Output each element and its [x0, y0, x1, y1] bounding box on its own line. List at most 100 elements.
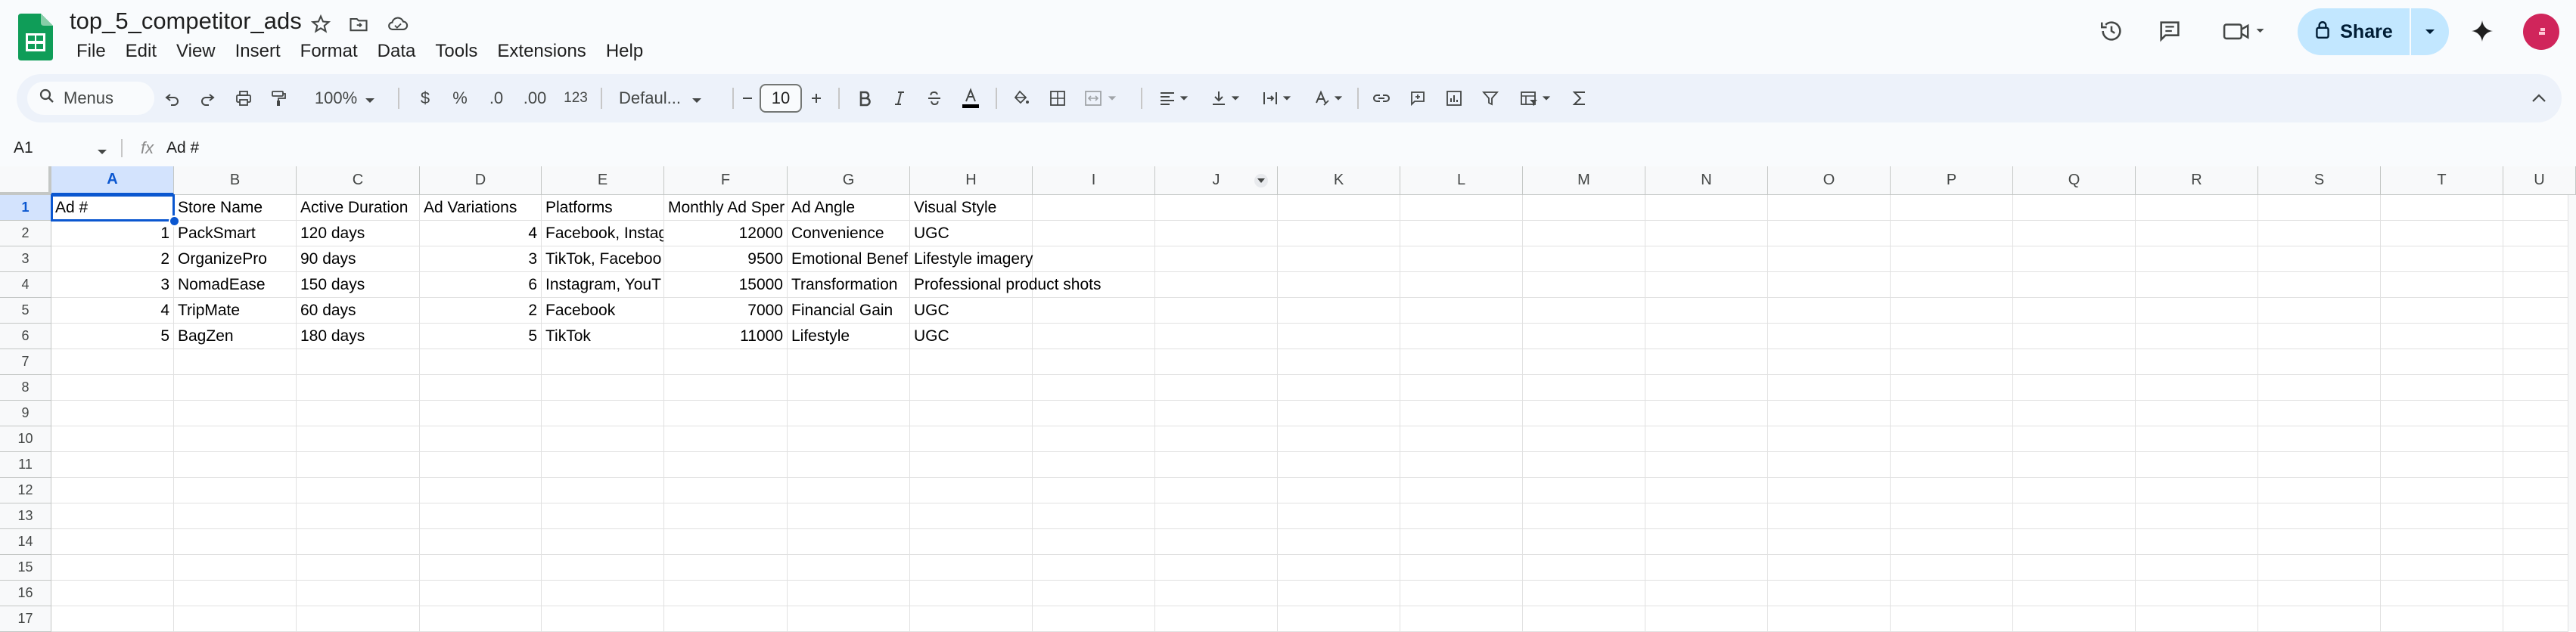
cell-n13[interactable]: [1645, 503, 1768, 529]
cell-t8[interactable]: [2381, 375, 2503, 401]
cell-b11[interactable]: [174, 452, 297, 478]
cell-d13[interactable]: [420, 503, 542, 529]
cell-p12[interactable]: [1891, 478, 2013, 503]
row-header-17[interactable]: 17: [0, 606, 51, 632]
cell-h4[interactable]: Professional product shots: [910, 272, 1101, 298]
cell-d15[interactable]: [420, 555, 542, 581]
cell-h15[interactable]: [910, 555, 1033, 581]
cell-p5[interactable]: [1891, 298, 2013, 324]
cell-q15[interactable]: [2013, 555, 2136, 581]
cell-g2[interactable]: Convenience: [788, 221, 910, 246]
cell-a17[interactable]: [51, 606, 174, 632]
cell-m13[interactable]: [1523, 503, 1645, 529]
cell-m10[interactable]: [1523, 426, 1645, 452]
cell-f10[interactable]: [664, 426, 788, 452]
cell-t15[interactable]: [2381, 555, 2503, 581]
cell-r15[interactable]: [2136, 555, 2258, 581]
cell-h3[interactable]: Lifestyle imagery: [910, 246, 1033, 272]
cell-l8[interactable]: [1400, 375, 1523, 401]
cell-d9[interactable]: [420, 401, 542, 426]
cell-p6[interactable]: [1891, 324, 2013, 349]
cell-u13[interactable]: [2503, 503, 2568, 529]
cell-f17[interactable]: [664, 606, 788, 632]
cell-j9[interactable]: [1155, 401, 1278, 426]
cell-l9[interactable]: [1400, 401, 1523, 426]
cell-n10[interactable]: [1645, 426, 1768, 452]
cell-f9[interactable]: [664, 401, 788, 426]
row-header-9[interactable]: 9: [0, 401, 51, 426]
insert-chart-icon[interactable]: [1437, 74, 1471, 122]
cell-o13[interactable]: [1768, 503, 1891, 529]
cell-i8[interactable]: [1033, 375, 1155, 401]
cell-r13[interactable]: [2136, 503, 2258, 529]
cell-r9[interactable]: [2136, 401, 2258, 426]
cell-k8[interactable]: [1278, 375, 1400, 401]
cell-t12[interactable]: [2381, 478, 2503, 503]
row-header-11[interactable]: 11: [0, 452, 51, 478]
cell-g6[interactable]: Lifestyle: [788, 324, 910, 349]
meet-call-icon[interactable]: [2217, 14, 2273, 48]
cell-u2[interactable]: [2503, 221, 2568, 246]
column-header-u[interactable]: U: [2503, 166, 2576, 195]
row-header-10[interactable]: 10: [0, 426, 51, 452]
cell-d7[interactable]: [420, 349, 542, 375]
cell-o14[interactable]: [1768, 529, 1891, 555]
cell-b2[interactable]: PackSmart: [174, 221, 297, 246]
star-icon[interactable]: [309, 12, 333, 36]
cell-b13[interactable]: [174, 503, 297, 529]
cell-n3[interactable]: [1645, 246, 1768, 272]
cell-a3[interactable]: 2: [51, 246, 174, 272]
cell-h7[interactable]: [910, 349, 1033, 375]
cell-u17[interactable]: [2503, 606, 2568, 632]
merge-cells-icon[interactable]: [1076, 74, 1124, 122]
cell-l16[interactable]: [1400, 581, 1523, 606]
cell-h17[interactable]: [910, 606, 1033, 632]
cell-e6[interactable]: TikTok: [542, 324, 664, 349]
fill-color-icon[interactable]: [1005, 74, 1038, 122]
fill-handle[interactable]: [169, 215, 180, 227]
cell-a12[interactable]: [51, 478, 174, 503]
cell-p17[interactable]: [1891, 606, 2013, 632]
cell-m17[interactable]: [1523, 606, 1645, 632]
cell-d16[interactable]: [420, 581, 542, 606]
cell-a4[interactable]: 3: [51, 272, 174, 298]
row-header-5[interactable]: 5: [0, 298, 51, 324]
cell-n17[interactable]: [1645, 606, 1768, 632]
cell-j13[interactable]: [1155, 503, 1278, 529]
column-header-c[interactable]: C: [297, 166, 420, 195]
menu-edit[interactable]: Edit: [116, 38, 166, 65]
cell-c13[interactable]: [297, 503, 420, 529]
cell-g9[interactable]: [788, 401, 910, 426]
cell-e4[interactable]: Instagram, YouT: [542, 272, 664, 298]
cell-r12[interactable]: [2136, 478, 2258, 503]
cell-s16[interactable]: [2258, 581, 2381, 606]
row-header-16[interactable]: 16: [0, 581, 51, 606]
cell-m4[interactable]: [1523, 272, 1645, 298]
cell-g5[interactable]: Financial Gain: [788, 298, 910, 324]
account-avatar[interactable]: [2523, 14, 2559, 50]
cell-d1[interactable]: Ad Variations: [420, 195, 542, 221]
cell-a13[interactable]: [51, 503, 174, 529]
cell-f16[interactable]: [664, 581, 788, 606]
cell-m8[interactable]: [1523, 375, 1645, 401]
cell-m14[interactable]: [1523, 529, 1645, 555]
cell-j11[interactable]: [1155, 452, 1278, 478]
cell-o1[interactable]: [1768, 195, 1891, 221]
cell-h10[interactable]: [910, 426, 1033, 452]
cell-n2[interactable]: [1645, 221, 1768, 246]
cell-j10[interactable]: [1155, 426, 1278, 452]
cell-t1[interactable]: [2381, 195, 2503, 221]
cell-c12[interactable]: [297, 478, 420, 503]
undo-icon[interactable]: [156, 74, 189, 122]
cell-k4[interactable]: [1278, 272, 1400, 298]
cell-e5[interactable]: Facebook: [542, 298, 664, 324]
increase-font-size-icon[interactable]: [803, 74, 829, 122]
cell-c16[interactable]: [297, 581, 420, 606]
cell-m6[interactable]: [1523, 324, 1645, 349]
cell-c3[interactable]: 90 days: [297, 246, 420, 272]
cell-k17[interactable]: [1278, 606, 1400, 632]
cell-m5[interactable]: [1523, 298, 1645, 324]
cell-b8[interactable]: [174, 375, 297, 401]
cell-f13[interactable]: [664, 503, 788, 529]
cell-l3[interactable]: [1400, 246, 1523, 272]
